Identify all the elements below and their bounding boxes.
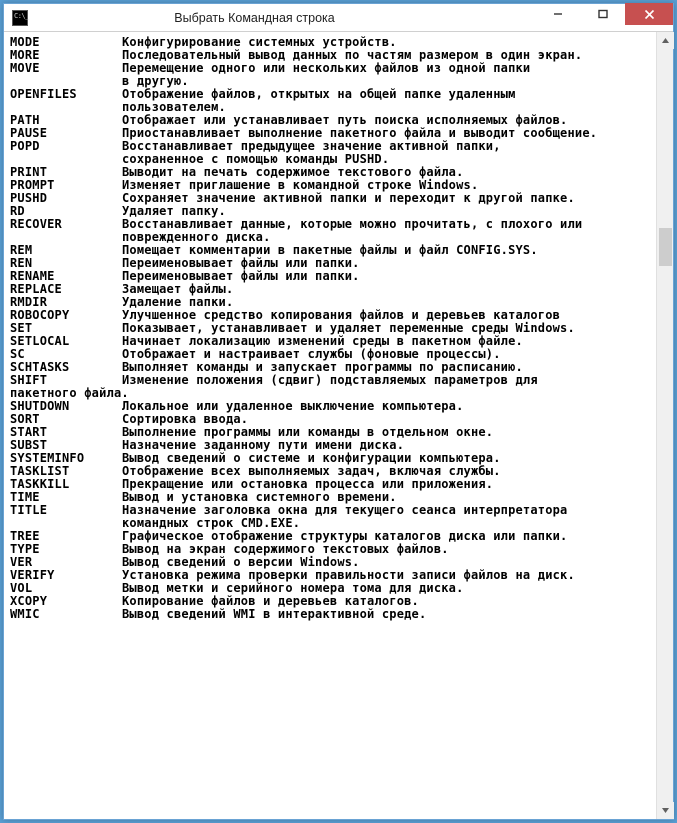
vertical-scrollbar[interactable] [656, 32, 673, 819]
console-line: RECOVERВосстанавливает данные, которые м… [10, 218, 654, 231]
maximize-button[interactable] [580, 3, 625, 25]
command-description: Перемещение одного или нескольких файлов… [122, 62, 654, 75]
command-name: RECOVER [10, 218, 122, 231]
console-output[interactable]: MODEКонфигурирование системных устройств… [4, 32, 656, 819]
console-line: RENAMEПереименовывает файлы или папки. [10, 270, 654, 283]
console-line: PUSHDСохраняет значение активной папки и… [10, 192, 654, 205]
command-name: OPENFILES [10, 88, 122, 101]
command-description: Вывод сведений WMI в интерактивной среде… [122, 608, 654, 621]
console-line: REPLACEЗамещает файлы. [10, 283, 654, 296]
window-buttons [535, 4, 673, 31]
command-name: PUSHD [10, 192, 122, 205]
command-name: TITLE [10, 504, 122, 517]
cmd-app-icon[interactable] [12, 10, 28, 26]
titlebar[interactable]: Выбрать Командная строка [4, 4, 673, 32]
command-name: WMIC [10, 608, 122, 621]
command-description: Изменение положения (сдвиг) подставляемы… [122, 374, 654, 387]
scroll-up-button[interactable] [657, 32, 674, 49]
minimize-button[interactable] [535, 3, 580, 25]
window-title: Выбрать Командная строка [0, 11, 535, 25]
command-prompt-window: Выбрать Командная строка MODEКонфигуриро… [3, 3, 674, 820]
command-name: POPD [10, 140, 122, 153]
command-name: SETLOCAL [10, 335, 122, 348]
console-line: OPENFILESОтображение файлов, открытых на… [10, 88, 654, 101]
close-button[interactable] [625, 3, 673, 25]
console-line: WMICВывод сведений WMI в интерактивной с… [10, 608, 654, 621]
console-line: SHUTDOWNЛокальное или удаленное выключен… [10, 400, 654, 413]
command-name: MOVE [10, 62, 122, 75]
console-line: TITLEНазначение заголовка окна для текущ… [10, 504, 654, 517]
scroll-down-button[interactable] [657, 802, 674, 819]
client-area: MODEКонфигурирование системных устройств… [4, 32, 673, 819]
scrollbar-thumb[interactable] [659, 228, 672, 266]
console-line: MOVEПеремещение одного или нескольких фа… [10, 62, 654, 75]
